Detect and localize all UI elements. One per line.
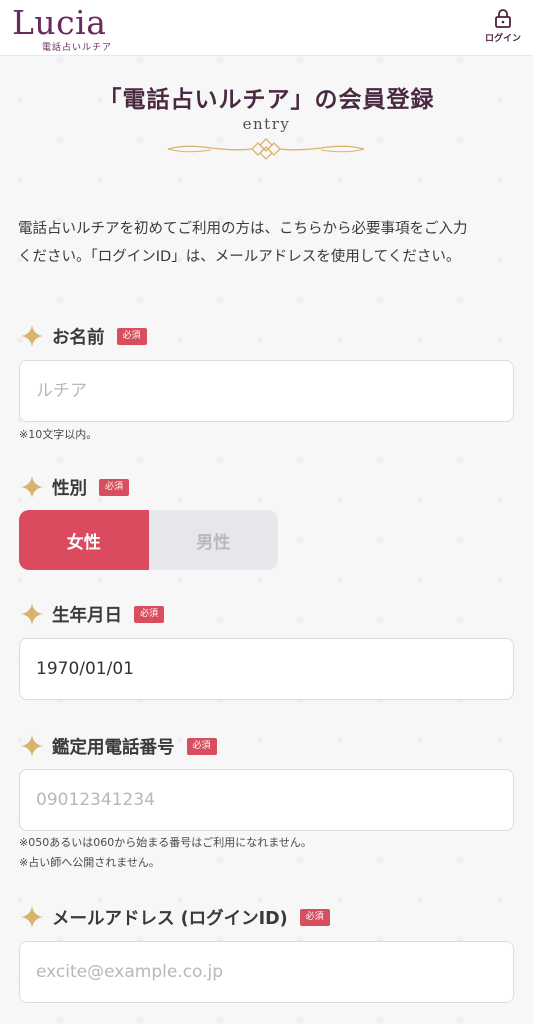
name-label-text: お名前	[52, 327, 105, 348]
name-note: ※10文字以内。	[19, 428, 98, 441]
phone-note-1: ※050あるいは060から始まる番号はご利用になれません。	[19, 836, 312, 849]
intro-text: 電話占いルチアを初めてご利用の方は、こちらから必要事項をご入力 ください。「ログ…	[18, 215, 518, 271]
name-label: お名前 必須	[20, 322, 147, 350]
logo-subtext: 電話占いルチア	[42, 43, 113, 53]
gender-label: 性別 必須	[20, 473, 130, 501]
intro-line-2: ください。「ログインID」は、メールアドレスを使用してください。	[18, 249, 461, 265]
gender-male-button[interactable]: 男性	[148, 510, 278, 570]
phone-label-text: 鑑定用電話番号	[52, 737, 175, 758]
logo-text: Lucia	[12, 3, 107, 42]
page-title: 「電話占いルチア」の会員登録	[98, 86, 435, 113]
birthdate-input[interactable]	[19, 638, 514, 700]
sparkle-icon	[21, 906, 43, 928]
login-label: ログイン	[484, 34, 521, 44]
sparkle-icon	[21, 325, 43, 347]
gender-female-button[interactable]: 女性	[19, 510, 149, 570]
title-ornament-icon	[167, 138, 365, 160]
site-header: Lucia 電話占いルチア ログイン	[0, 0, 533, 56]
birthdate-label-text: 生年月日	[52, 605, 122, 626]
required-badge: 必須	[116, 327, 147, 345]
sparkle-icon	[21, 735, 43, 757]
page-subtitle: entry	[242, 115, 291, 133]
intro-line-1: 電話占いルチアを初めてご利用の方は、こちらから必要事項をご入力	[18, 221, 468, 237]
phone-label: 鑑定用電話番号 必須	[20, 732, 217, 760]
site-logo[interactable]: Lucia 電話占いルチア	[12, 3, 132, 54]
email-label-text: メールアドレス (ログインID)	[52, 908, 288, 929]
birthdate-label: 生年月日 必須	[20, 600, 165, 628]
required-badge: 必須	[99, 478, 130, 496]
sparkle-icon	[21, 476, 43, 498]
required-badge: 必須	[299, 908, 330, 926]
phone-note-2: ※占い師へ公開されません。	[19, 856, 160, 869]
name-input[interactable]	[19, 360, 514, 422]
required-badge: 必須	[134, 605, 165, 623]
required-badge: 必須	[186, 737, 217, 755]
login-button[interactable]: ログイン	[481, 8, 525, 48]
email-label: メールアドレス (ログインID) 必須	[20, 903, 330, 931]
gender-label-text: 性別	[52, 478, 87, 499]
phone-input[interactable]	[19, 769, 514, 831]
gender-toggle: 女性 男性	[19, 510, 278, 570]
email-input[interactable]	[19, 941, 514, 1003]
sparkle-icon	[21, 603, 43, 625]
lock-icon	[495, 9, 511, 28]
